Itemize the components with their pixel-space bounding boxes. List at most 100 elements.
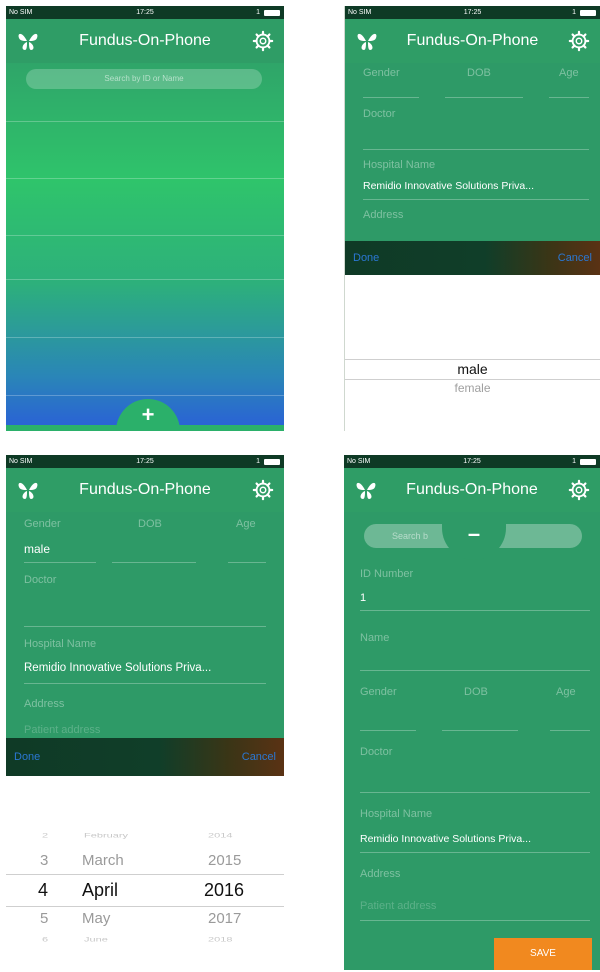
month-cell: June [84,936,108,944]
app-title: Fundus-On-Phone [79,481,211,498]
picker-divider [345,359,600,360]
day-cell: 6 [42,936,49,944]
age-field[interactable] [550,730,590,731]
nav-bar: Fundus-On-Phone [6,468,284,512]
hospital-value[interactable]: Remidio Innovative Solutions Priva... [360,833,531,845]
add-patient-button[interactable]: + [116,399,180,431]
dob-field[interactable] [442,730,518,731]
address-placeholder[interactable]: Patient address [360,900,436,912]
hospital-value[interactable]: Remidio Innovative Solutions Priva... [363,180,534,192]
hospital-label: Hospital Name [363,159,436,171]
doctor-field[interactable] [360,792,590,793]
dob-field[interactable] [112,562,196,563]
dob-label: DOB [464,686,488,698]
clock-label: 17:25 [136,9,154,16]
doctor-label: Doctor [363,108,396,120]
gear-icon[interactable] [568,30,590,52]
address-label: Address [24,698,65,710]
picker-row[interactable]: 5 May 2017 [6,910,284,928]
list-divider [6,121,284,122]
age-field[interactable] [549,97,589,98]
patient-list: Search by ID or Name + [6,63,284,431]
picker-row-selected[interactable]: 4 April 2016 [6,880,284,902]
list-divider [6,235,284,236]
status-bar: No SIM 17:25 1 [344,455,600,468]
gender-field[interactable] [360,730,416,731]
gear-icon[interactable] [252,479,274,501]
screen-date-picker: No SIM 17:25 1 Fundus-On-Phone Gender DO… [6,455,284,960]
doctor-label: Doctor [24,574,57,586]
year-cell: 2018 [208,936,233,944]
list-divider [6,279,284,280]
gender-label: Gender [24,518,61,530]
save-button[interactable]: SAVE [494,938,592,970]
list-divider [6,395,284,396]
dob-label: DOB [138,518,162,530]
clock-label: 17:25 [136,458,154,465]
gear-icon[interactable] [252,30,274,52]
battery-count: 1 [256,458,260,465]
age-label: Age [556,686,576,698]
list-divider [6,178,284,179]
day-cell: 5 [40,910,49,927]
remove-button[interactable]: – [442,512,506,560]
year-cell: 2017 [208,910,242,927]
picker-row[interactable]: 6 June 2018 [6,936,284,944]
app-title: Fundus-On-Phone [406,32,539,49]
id-field[interactable] [360,610,590,611]
gender-field[interactable] [24,562,96,563]
done-button[interactable]: Done [14,738,40,776]
day-cell: 2 [42,832,49,840]
address-label: Address [363,209,404,221]
picker-option-selected[interactable]: male [345,361,600,377]
dob-label: DOB [467,67,491,79]
gender-label: Gender [360,686,397,698]
battery-icon [264,10,280,16]
address-field[interactable] [360,920,590,921]
doctor-field[interactable] [363,149,589,150]
age-field[interactable] [228,562,266,563]
dob-field[interactable] [445,97,523,98]
screen-add-patient: No SIM 17:25 1 Fundus-On-Phone Search b … [344,455,600,970]
nav-bar: Fundus-On-Phone [345,19,600,63]
picker-option[interactable]: female [345,381,600,395]
hospital-field[interactable] [24,683,266,684]
age-label: Age [236,518,256,530]
gear-icon[interactable] [568,479,590,501]
status-bar: No SIM 17:25 1 [6,6,284,19]
done-button[interactable]: Done [353,241,379,275]
year-cell: 2016 [204,880,245,900]
cancel-button[interactable]: Cancel [558,241,592,275]
battery-count: 1 [572,9,576,16]
list-divider [6,337,284,338]
gender-picker[interactable]: male female [345,275,600,431]
picker-row[interactable]: 2 February 2014 [6,832,284,840]
cancel-button[interactable]: Cancel [242,738,276,776]
battery-count: 1 [256,9,260,16]
picker-divider [6,906,284,907]
picker-toolbar: Done Cancel [345,241,600,275]
battery-icon [580,459,596,465]
clock-label: 17:25 [463,9,482,16]
month-cell: April [82,880,119,900]
address-placeholder[interactable]: Patient address [24,724,100,736]
search-input[interactable]: Search by ID or Name [26,69,262,89]
patient-form: Gender DOB Age Doctor Hospital Name Remi… [345,63,600,241]
hospital-field[interactable] [360,852,590,853]
id-value[interactable]: 1 [360,592,366,604]
gender-field[interactable] [363,97,419,98]
screen-gender-picker: No SIM 17:25 1 Fundus-On-Phone Gender DO… [344,6,600,431]
picker-toolbar: Done Cancel [6,738,284,776]
name-field[interactable] [360,670,590,671]
doctor-field[interactable] [24,626,266,627]
screen-patient-list: No SIM 17:25 1 Fundus-On-Phone Search by… [6,6,284,431]
age-label: Age [559,67,579,79]
gender-value[interactable]: male [24,542,50,556]
hospital-field[interactable] [363,199,589,200]
date-picker[interactable]: 2 February 2014 3 March 2015 4 April 201… [6,776,284,960]
patient-form: Gender DOB Age male Doctor Hospital Name… [6,512,284,738]
hospital-value[interactable]: Remidio Innovative Solutions Priva... [24,662,211,674]
picker-divider [345,379,600,380]
picker-row[interactable]: 3 March 2015 [6,852,284,870]
status-bar: No SIM 17:25 1 [345,6,600,19]
